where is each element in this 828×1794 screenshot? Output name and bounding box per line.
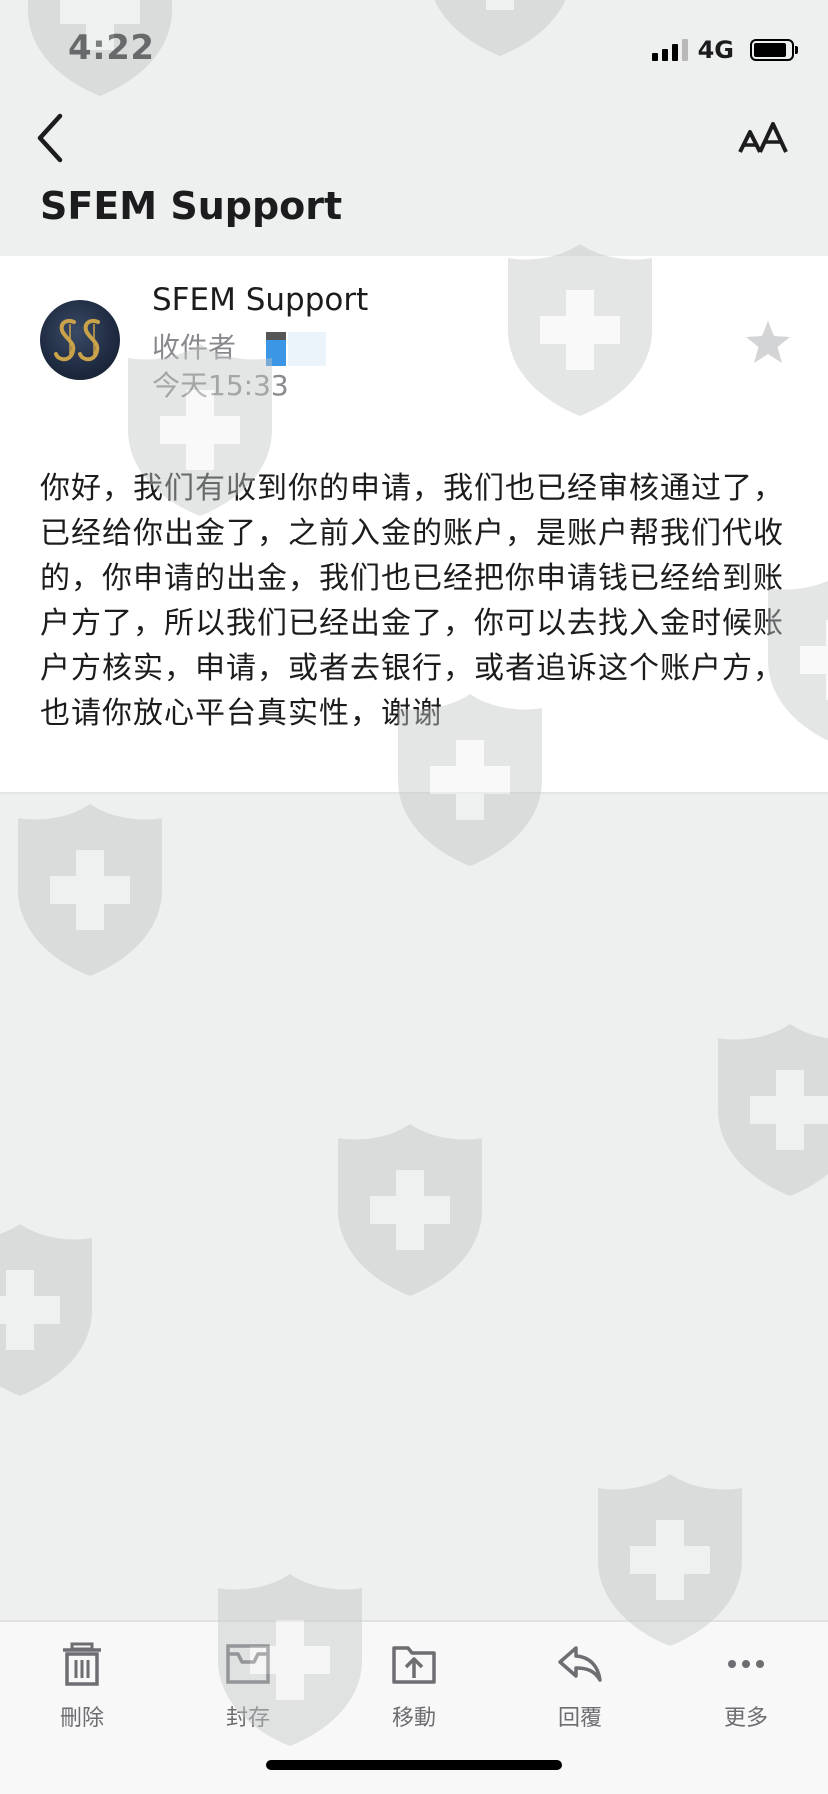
battery-icon <box>750 39 798 61</box>
more-label: 更多 <box>723 1706 768 1731</box>
recipient-redacted <box>266 324 327 368</box>
move-folder-icon <box>392 1646 436 1684</box>
message-date: 今天15:33 <box>152 369 289 402</box>
font-size-button[interactable] <box>738 120 788 156</box>
status-indicators: 4G <box>651 36 798 64</box>
shield-icon <box>338 1124 482 1296</box>
more-button[interactable]: 更多 <box>686 1640 806 1740</box>
reply-label: 回覆 <box>557 1706 602 1731</box>
text-size-icon <box>738 122 788 153</box>
reply-button[interactable]: 回覆 <box>520 1640 640 1740</box>
delete-label: 刪除 <box>59 1706 104 1731</box>
trash-icon <box>63 1642 101 1686</box>
page-title: SFEM Support <box>40 184 343 228</box>
shield-icon <box>0 1224 92 1396</box>
star-icon <box>746 321 790 363</box>
delete-button[interactable]: 刪除 <box>22 1640 142 1740</box>
recipient-row[interactable]: 收件者 <box>152 324 327 368</box>
status-bar: 4:22 4G <box>0 0 828 100</box>
archive-icon <box>226 1644 270 1684</box>
signal-icon <box>651 39 688 61</box>
chevron-left-icon <box>37 113 63 163</box>
shield-icon <box>18 804 162 976</box>
home-indicator[interactable] <box>266 1760 562 1770</box>
star-button[interactable] <box>744 318 792 366</box>
recipient-label: 收件者 <box>152 331 237 364</box>
archive-button[interactable]: 封存 <box>188 1640 308 1740</box>
message-body: 你好，我们有收到你的申请，我们也已经审核通过了，已经给你出金了，之前入金的账户，… <box>40 471 784 731</box>
status-time: 4:22 <box>68 28 155 68</box>
more-icon <box>728 1660 764 1668</box>
network-label: 4G <box>697 36 734 64</box>
archive-label: 封存 <box>225 1706 270 1731</box>
shield-icon <box>718 1024 828 1196</box>
back-button[interactable] <box>30 108 74 168</box>
sender-name: SFEM Support <box>152 282 369 318</box>
avatar <box>40 300 120 380</box>
move-label: 移動 <box>391 1706 436 1731</box>
reply-icon <box>558 1646 602 1682</box>
sender-logo <box>54 319 100 362</box>
move-button[interactable]: 移動 <box>354 1640 474 1740</box>
message-card: SFEM Support 收件者 今天15:33 你好，我们有收到你的申请，我们… <box>0 256 828 794</box>
